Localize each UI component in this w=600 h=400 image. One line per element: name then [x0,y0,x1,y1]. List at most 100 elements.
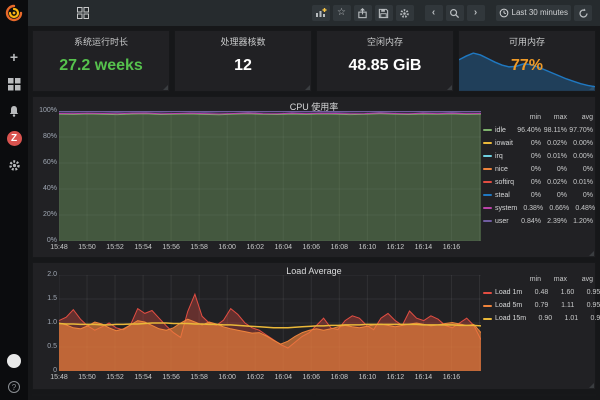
y-tick: 40% [35,185,57,192]
legend-series-label: irq [495,153,515,160]
resize-handle[interactable] [589,251,594,256]
alert-bell-icon [8,105,20,118]
legend-series-iowait[interactable]: iowait0%0.02%0.00% [483,137,593,150]
legend-min-value: 0.90 [526,315,552,322]
panel-available-memory[interactable]: 可用内存 77% [458,30,596,92]
x-tick: 16:06 [303,374,321,381]
cpu-chart-plot[interactable] [59,111,481,241]
x-tick: 16:16 [443,244,461,251]
x-tick: 16:14 [415,374,433,381]
x-tick: 16:10 [359,244,377,251]
panel-title: 空闲内存 [317,31,453,48]
legend-swatch [483,292,492,294]
legend-avg-value: 0.95 [574,302,600,309]
legend-series-load-1m[interactable]: Load 1m0.481.600.95 [483,286,593,299]
load-y-axis: 00.51.01.52.0 [33,275,57,371]
panel-load-average[interactable]: Load Average 00.51.01.52.0 15:4815:5015:… [32,262,596,390]
x-tick: 15:54 [134,244,152,251]
legend-max-value: 0.66% [543,205,569,212]
panel-partial-left[interactable] [32,394,312,396]
save-dashboard-button[interactable] [375,5,393,21]
legend-series-softirq[interactable]: softirq0%0.02%0.01% [483,176,593,189]
dashboard-grid: 系统运行时长 27.2 weeks 处理器核数 12 空闲内存 48.85 Gi… [28,26,600,400]
dashboard-picker-button[interactable] [72,4,94,22]
time-range-picker[interactable]: Last 30 minutes [496,5,571,21]
legend-swatch [483,142,492,144]
x-tick: 15:54 [134,374,152,381]
stat-free-memory-value: 48.85 GiB [317,57,453,75]
x-tick: 15:50 [78,244,96,251]
legend-avg-value: 97.70% [567,127,593,134]
legend-series-label: nice [495,166,515,173]
x-tick: 16:00 [218,374,236,381]
panel-free-memory[interactable]: 空闲内存 48.85 GiB [316,30,454,92]
legend-series-load-15m[interactable]: Load 15m0.901.010.95 [483,312,593,325]
x-tick: 16:12 [387,244,405,251]
resize-handle[interactable] [589,383,594,388]
panel-title: 可用内存 [459,31,595,48]
legend-series-irq[interactable]: irq0%0.01%0.00% [483,150,593,163]
topbar: ☆ [28,0,600,26]
legend-min-value: 0% [515,153,541,160]
x-tick: 16:16 [443,374,461,381]
time-shift-forward-button[interactable]: › [467,5,485,21]
user-avatar-button[interactable] [3,352,25,370]
x-tick: 15:56 [162,244,180,251]
x-tick: 16:10 [359,374,377,381]
grafana-logo-button[interactable] [0,0,28,26]
legend-series-idle[interactable]: idle96.40%98.11%97.70% [483,124,593,137]
stat-uptime-value: 27.2 weeks [33,57,169,75]
panel-partial-right[interactable] [316,394,596,396]
legend-min-value: 96.40% [515,127,541,134]
legend-swatch [483,220,492,222]
y-tick: 20% [35,211,57,218]
resize-handle[interactable] [163,85,168,90]
sidebar-item-create[interactable]: + [3,48,25,66]
legend-series-steal[interactable]: steal0%0%0% [483,189,593,202]
x-tick: 16:12 [387,374,405,381]
dashboard-picker-grid-icon [77,7,89,19]
legend-swatch [483,305,492,307]
legend-column-avg: avg [567,114,593,121]
chevron-left-icon: ‹ [432,6,435,20]
panel-uptime[interactable]: 系统运行时长 27.2 weeks [32,30,170,92]
x-tick: 15:58 [190,244,208,251]
dashboard-settings-button[interactable] [396,5,414,21]
panel-cores[interactable]: 处理器核数 12 [174,30,312,92]
sidebar-item-configuration[interactable] [3,156,25,174]
panel-cpu-usage[interactable]: CPU 使用率 0%20%40%60%80%100% 15:4815:5015:… [32,96,596,259]
legend-max-value: 2.39% [541,218,567,225]
legend-series-nice[interactable]: nice0%0%0% [483,163,593,176]
zoom-out-button[interactable] [446,5,464,21]
legend-series-user[interactable]: user0.84%2.39%1.20% [483,215,593,228]
resize-handle[interactable] [447,85,452,90]
help-icon: ? [8,381,20,393]
legend-series-load-5m[interactable]: Load 5m0.791.110.95 [483,299,593,312]
help-button[interactable]: ? [3,378,25,396]
legend-swatch [483,194,492,196]
sidebar: + Z [0,0,28,400]
sidebar-item-dashboards[interactable] [3,75,25,93]
legend-avg-value: 0.00% [567,153,593,160]
time-shift-back-button[interactable]: ‹ [425,5,443,21]
legend-avg-value: 0.01% [567,179,593,186]
resize-handle[interactable] [305,85,310,90]
cpu-legend: minmaxavgidle96.40%98.11%97.70%iowait0%0… [483,111,593,228]
sidebar-item-zabbix-app[interactable]: Z [3,129,25,147]
load-chart-plot[interactable] [59,275,481,371]
star-icon: ☆ [337,6,346,20]
refresh-button[interactable] [574,5,592,21]
share-dashboard-button[interactable] [354,5,372,21]
x-tick: 15:48 [50,244,68,251]
share-icon [357,8,368,19]
sidebar-item-alerting[interactable] [3,102,25,120]
save-icon [378,8,389,19]
legend-column-min: min [515,276,541,283]
x-tick: 16:02 [246,244,264,251]
add-panel-button[interactable] [312,5,330,21]
legend-series-system[interactable]: system0.38%0.66%0.48% [483,202,593,215]
stat-row: 系统运行时长 27.2 weeks 处理器核数 12 空闲内存 48.85 Gi… [32,30,596,92]
legend-min-value: 0.79 [522,302,548,309]
x-tick: 16:14 [415,244,433,251]
star-dashboard-button[interactable]: ☆ [333,5,351,21]
